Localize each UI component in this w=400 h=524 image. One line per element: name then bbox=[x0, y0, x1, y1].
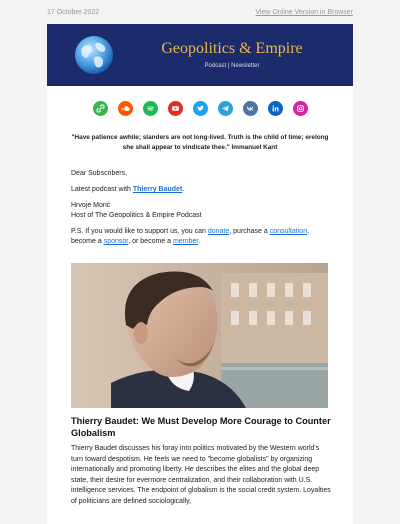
donate-link[interactable]: donate bbox=[208, 228, 229, 235]
instagram-icon[interactable] bbox=[292, 101, 308, 116]
soundcloud-icon[interactable] bbox=[117, 101, 133, 116]
vk-icon[interactable] bbox=[242, 101, 258, 116]
newsletter-card: Geopolitics & Empire Podcast | Newslette… bbox=[47, 24, 353, 524]
spotify-icon[interactable] bbox=[142, 101, 158, 116]
link-icon[interactable] bbox=[92, 101, 108, 116]
greeting: Dear Subscribers, bbox=[71, 170, 128, 177]
header-title: Geopolitics & Empire bbox=[161, 40, 303, 57]
view-online-link[interactable]: View Online Version in Browser bbox=[255, 9, 353, 16]
header-subtitle: Podcast | Newsletter bbox=[204, 63, 260, 69]
guest-photo[interactable] bbox=[71, 263, 328, 408]
latest-podcast-line: Latest podcast with Thierry Baudet. bbox=[71, 186, 185, 193]
globe-logo-icon bbox=[75, 36, 113, 74]
linkedin-icon[interactable] bbox=[267, 101, 283, 116]
telegram-icon[interactable] bbox=[217, 101, 233, 116]
email-date: 17 October 2022 bbox=[47, 9, 100, 16]
header-banner: Geopolitics & Empire Podcast | Newslette… bbox=[47, 24, 353, 86]
youtube-icon[interactable] bbox=[167, 101, 183, 116]
portrait-image bbox=[71, 263, 328, 408]
member-link[interactable]: member bbox=[173, 238, 198, 245]
social-icons-row bbox=[47, 101, 353, 116]
article-title[interactable]: Thierry Baudet: We Must Develop More Cou… bbox=[71, 415, 333, 439]
host-name: Hrvoje Morić bbox=[71, 202, 111, 209]
article-body: Thierry Baudet discusses his foray into … bbox=[71, 445, 331, 505]
guest-link[interactable]: Thierry Baudet bbox=[133, 186, 182, 193]
twitter-icon[interactable] bbox=[192, 101, 208, 116]
ps-support-text: P.S. If you would like to support us, yo… bbox=[71, 228, 310, 245]
consultation-link[interactable]: consultation bbox=[270, 228, 307, 235]
sponsor-link[interactable]: sponsor bbox=[104, 238, 129, 245]
top-bar: 17 October 2022 View Online Version in B… bbox=[0, 0, 400, 24]
host-role: Host of The Geopolitics & Empire Podcast bbox=[71, 212, 202, 219]
kant-quote: "Have patience awhile; slanders are not … bbox=[71, 134, 329, 151]
